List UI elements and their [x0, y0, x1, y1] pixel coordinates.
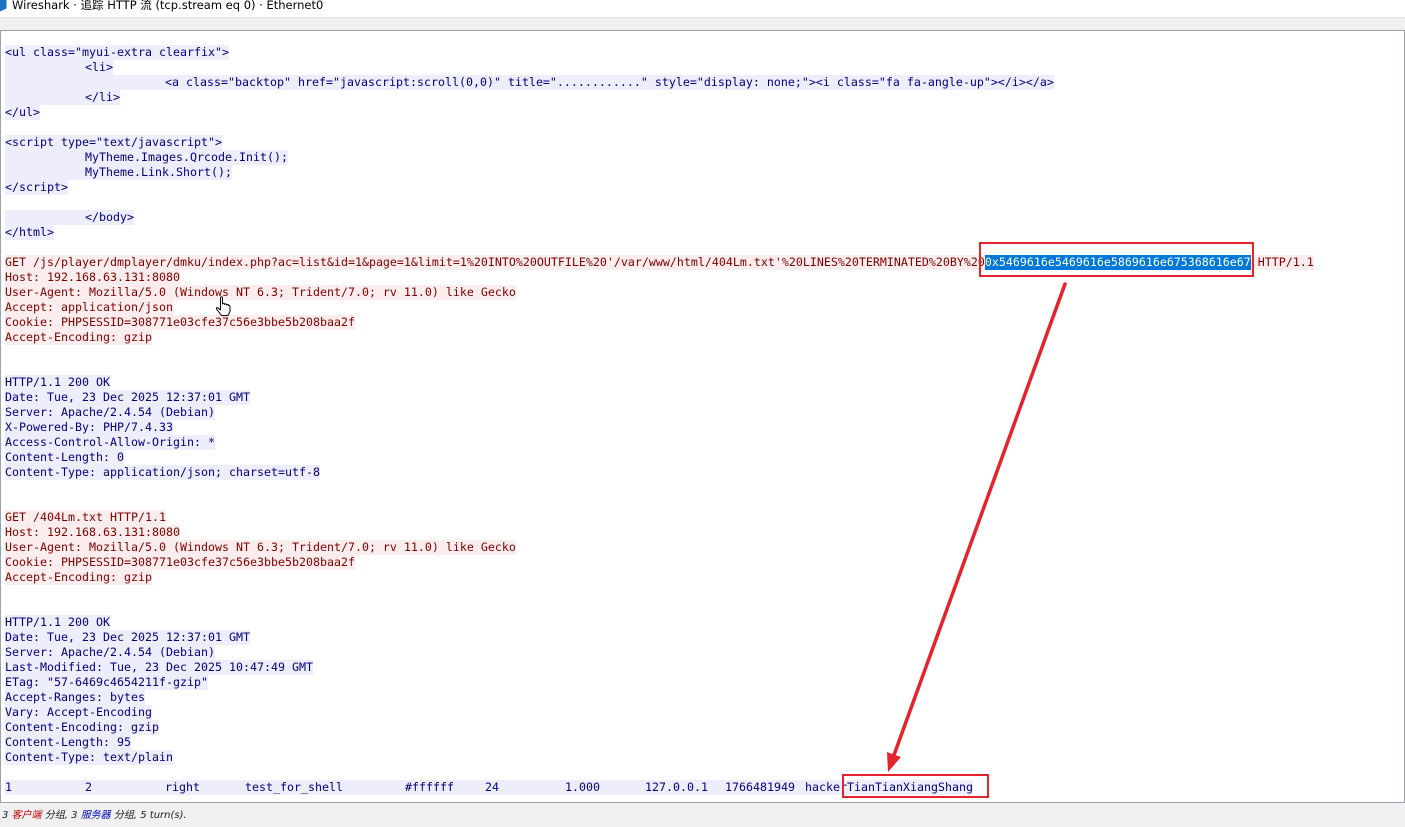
client-packet-count: 3: [2, 810, 9, 821]
server-line: Access-Control-Allow-Origin: *: [5, 435, 215, 450]
server-line: </body>: [5, 210, 134, 225]
server-line: </ul>: [5, 105, 40, 120]
client-line: Accept-Encoding: gzip: [5, 330, 152, 345]
server-line: Server: Apache/2.4.54 (Debian): [5, 645, 215, 660]
request-line-text: GET /js/player/dmplayer/dmku/index.php?a…: [5, 255, 985, 270]
client-message: GET /js/player/dmplayer/dmku/index.php?a…: [5, 255, 1314, 375]
server-packet-count: 3: [71, 810, 78, 821]
client-message: GET /404Lm.txt HTTP/1.1 Host: 192.168.63…: [5, 510, 1314, 615]
client-line: Accept-Encoding: gzip: [5, 570, 152, 585]
client-line: Cookie: PHPSESSID=308771e03cfe37c56e3bbe…: [5, 555, 355, 570]
request-line: GET /js/player/dmplayer/dmku/index.php?a…: [5, 255, 1314, 270]
server-line: ETag: "57-6469c4654211f-gzip": [5, 675, 208, 690]
client-label: 客户端: [11, 810, 42, 821]
client-line: Cookie: PHPSESSID=308771e03cfe37c56e3bbe…: [5, 315, 355, 330]
status-bar: 3 客户端 分组, 3 服务器 分组, 5 turn(s).: [2, 808, 187, 824]
turn-count: 5 turn(s).: [140, 810, 187, 821]
server-line: Accept-Ranges: bytes: [5, 690, 145, 705]
window-title: Wireshark · 追踪 HTTP 流 (tcp.stream eq 0) …: [12, 0, 324, 12]
client-line: Host: 192.168.63.131:8080: [5, 270, 180, 285]
server-line: Last-Modified: Tue, 23 Dec 2025 10:47:49…: [5, 660, 313, 675]
server-message: HTTP/1.1 200 OK Date: Tue, 23 Dec 2025 1…: [5, 615, 1314, 795]
server-line: Date: Tue, 23 Dec 2025 12:37:01 GMT: [5, 630, 250, 645]
wireshark-fin-icon: [0, 0, 7, 12]
server-packet-unit: 分组,: [113, 810, 138, 821]
server-line: <a class="backtop" href="javascript:scro…: [5, 75, 1054, 90]
client-line: GET /404Lm.txt HTTP/1.1: [5, 510, 166, 525]
server-line: </li>: [5, 90, 120, 105]
server-message: <ul class="myui-extra clearfix"> <li> <a…: [5, 45, 1314, 255]
server-line: Content-Encoding: gzip: [5, 720, 159, 735]
server-line: HTTP/1.1 200 OK: [5, 615, 110, 630]
server-line: <ul class="myui-extra clearfix">: [5, 45, 229, 60]
server-line: HTTP/1.1 200 OK: [5, 375, 110, 390]
server-line: <li>: [5, 60, 113, 75]
client-line: User-Agent: Mozilla/5.0 (Windows NT 6.3;…: [5, 285, 516, 300]
client-line: Accept: application/json: [5, 300, 173, 315]
server-line: Date: Tue, 23 Dec 2025 12:37:01 GMT: [5, 390, 250, 405]
response-body-line: 1 2 right test_for_shell #ffffff 24 1.00…: [5, 780, 973, 795]
server-line: </html>: [5, 225, 54, 240]
server-line: MyTheme.Images.Qrcode.Init();: [5, 150, 288, 165]
selected-hex-payload: 0x5469616e5469616e5869616e675368616e67: [984, 255, 1251, 270]
client-line: User-Agent: Mozilla/5.0 (Windows NT 6.3;…: [5, 540, 516, 555]
client-packet-unit: 分组,: [44, 810, 68, 821]
stream-content: <ul class="myui-extra clearfix"> <li> <a…: [5, 45, 1314, 795]
server-message: HTTP/1.1 200 OK Date: Tue, 23 Dec 2025 1…: [5, 375, 1314, 510]
hand-pointer-icon: [215, 296, 231, 316]
server-line: </script>: [5, 180, 68, 195]
server-line: <script type="text/javascript">: [5, 135, 222, 150]
client-line: Host: 192.168.63.131:8080: [5, 525, 180, 540]
stream-text-view[interactable]: <ul class="myui-extra clearfix"> <li> <a…: [0, 30, 1405, 803]
server-line: Content-Length: 0: [5, 450, 124, 465]
server-line: Vary: Accept-Encoding: [5, 705, 152, 720]
server-line: X-Powered-By: PHP/7.4.33: [5, 420, 173, 435]
server-line: MyTheme.Link.Short();: [5, 165, 232, 180]
server-line: Content-Type: text/plain: [5, 750, 173, 765]
title-bar[interactable]: Wireshark · 追踪 HTTP 流 (tcp.stream eq 0) …: [0, 0, 1405, 18]
server-line: Content-Type: application/json; charset=…: [5, 465, 320, 480]
server-line: Content-Length: 95: [5, 735, 131, 750]
server-line: Server: Apache/2.4.54 (Debian): [5, 405, 215, 420]
request-line-version: HTTP/1.1: [1250, 255, 1314, 270]
server-label: 服务器: [80, 810, 111, 821]
